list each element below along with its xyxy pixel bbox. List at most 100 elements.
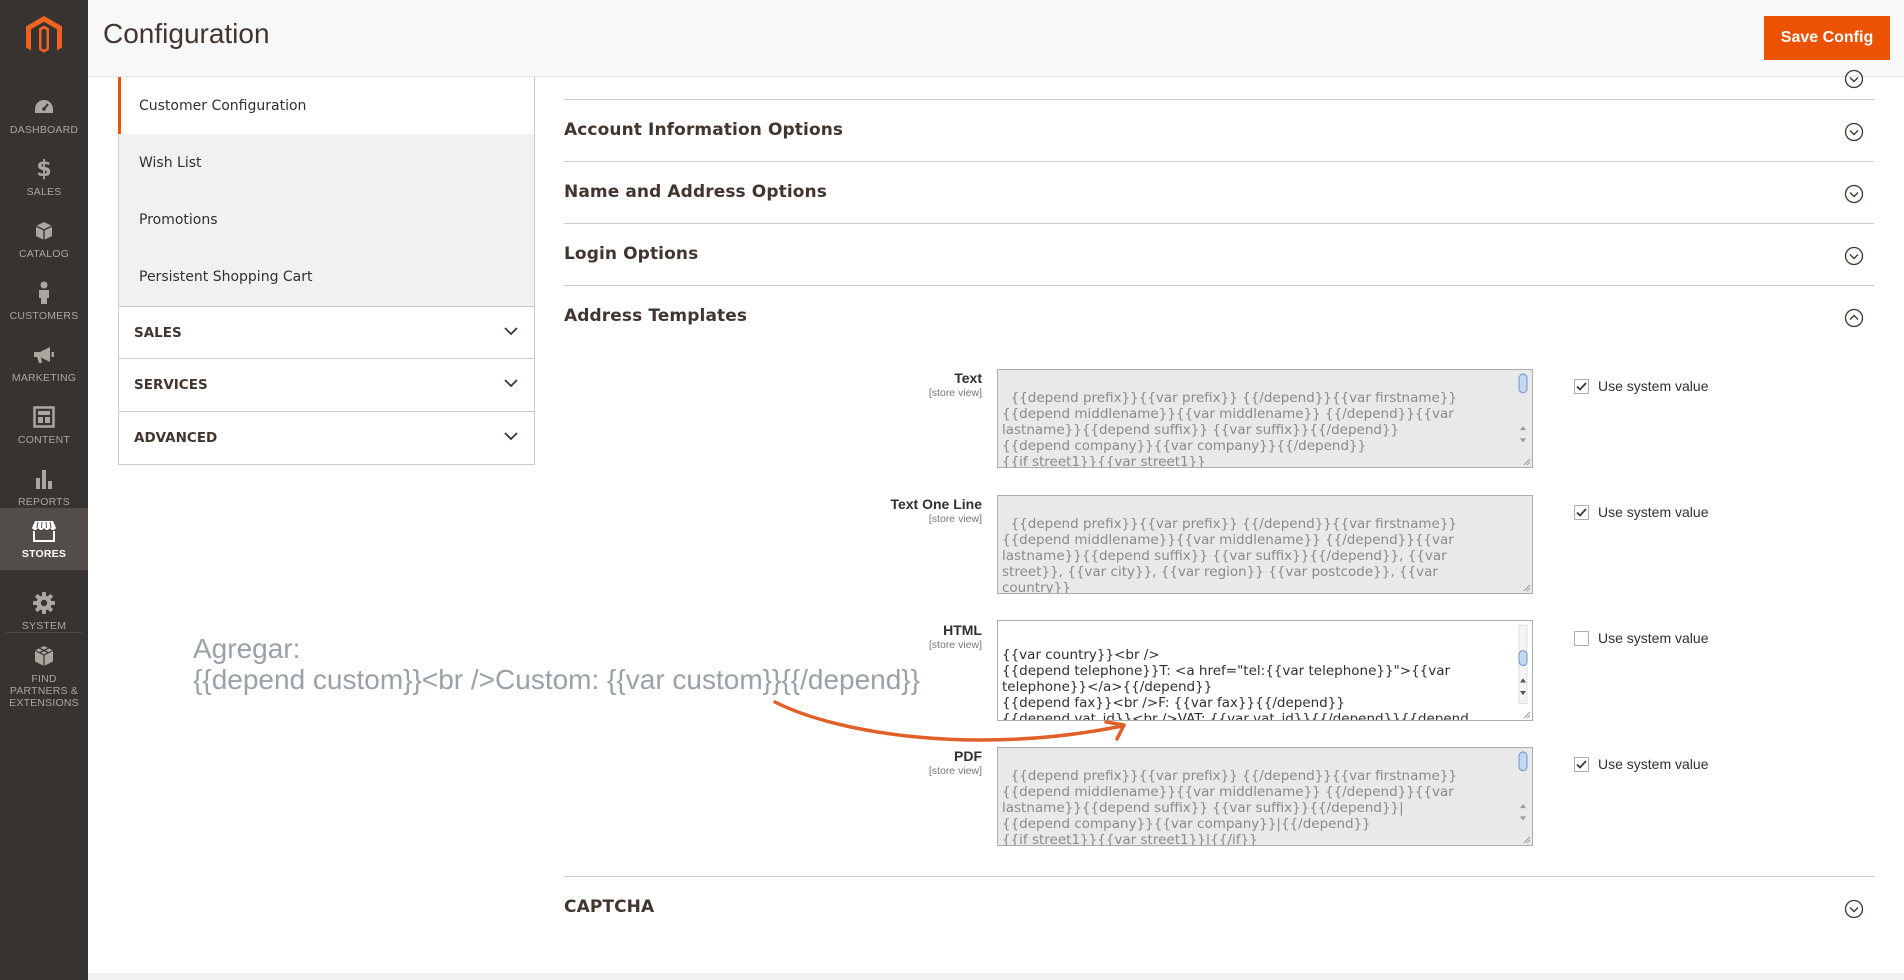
menu-divider [6,632,82,633]
checkbox[interactable] [1574,504,1589,520]
menu-label: CUSTOMERS [9,310,79,322]
menu-label: SALES [26,186,62,198]
field-text-label: Text [store view] [782,370,982,399]
bar-chart-icon [31,466,57,492]
section-title: Account Information Options [564,120,844,140]
store-icon [31,518,57,544]
tab-group-label: SALES [134,324,182,341]
tab-group-label: ADVANCED [134,430,218,446]
footer-strip [88,973,1904,980]
checkmark-icon [1576,381,1587,391]
admin-menu: DASHBOARD $ SALES CATALOG CUSTOMERS MARK… [0,0,88,980]
chevron-circle-down-icon [1844,69,1864,89]
tab-persistent-shopping-cart[interactable]: Persistent Shopping Cart [118,248,535,306]
menu-item-dashboard[interactable]: DASHBOARD [0,84,88,146]
annotation-line: Agregar: [193,633,301,664]
save-config-button[interactable]: Save Config [1764,16,1890,60]
resize-handle-icon[interactable] [1521,582,1531,592]
section-title[interactable]: Address Templates [564,306,747,326]
scrollbar[interactable] [1516,750,1530,833]
menu-label: SYSTEM [21,620,67,632]
field-scope: [store view] [928,765,982,777]
menu-label: CONTENT [17,434,71,446]
menu-item-marketing[interactable]: MARKETING [0,332,88,394]
dollar-icon: $ [36,156,52,182]
field-scope: [store view] [928,513,982,525]
megaphone-icon [31,342,57,368]
textarea-value: {{depend prefix}}{{var prefix}} {{/depen… [1002,390,1458,468]
checkbox-label: Use system value [1598,630,1709,646]
section-login-options[interactable]: Login Options [564,224,1874,286]
menu-label: STORES [21,548,67,560]
checkbox-label: Use system value [1598,378,1709,394]
text-template-textarea[interactable]: {{depend prefix}}{{var prefix}} {{/depen… [997,369,1533,468]
tab-label: Persistent Shopping Cart [139,269,313,285]
text-one-line-use-system-checkbox[interactable]: Use system value [1574,504,1708,520]
pdf-use-system-checkbox[interactable]: Use system value [1574,756,1708,772]
scrollbar[interactable] [1516,372,1530,455]
field-label: Text [954,370,982,386]
chevron-circle-down-icon [1844,899,1864,919]
page-title: Configuration [103,18,270,49]
cubes-icon [31,643,57,669]
section-title: CAPTCHA [564,897,655,917]
checkbox-label: Use system value [1598,504,1709,520]
magento-logo[interactable] [0,0,88,74]
checkbox[interactable] [1574,378,1589,394]
field-text-one-line-label: Text One Line [store view] [782,496,982,525]
field-label: Text One Line [890,496,982,512]
chevron-down-icon [504,432,518,441]
textarea-value: {{depend prefix}}{{var prefix}} {{/depen… [1002,768,1458,846]
tab-label: Promotions [139,211,218,228]
tab-label: Customer Configuration [139,97,307,114]
section-name-and-address[interactable]: Name and Address Options [564,162,1874,224]
field-scope: [store view] [928,387,982,399]
pdf-template-textarea[interactable]: {{depend prefix}}{{var prefix}} {{/depen… [997,747,1533,846]
chevron-circle-down-icon [1844,122,1864,142]
dashboard-icon [31,94,57,120]
section-captcha[interactable]: CAPTCHA [564,877,1874,939]
section-title: Name and Address Options [564,182,827,202]
page-header: Configuration Save Config [88,0,1904,77]
box-icon [31,218,57,244]
tab-group-sales[interactable]: SALES [118,306,535,359]
checkmark-icon [1576,507,1587,517]
text-use-system-checkbox[interactable]: Use system value [1574,378,1708,394]
tab-promotions[interactable]: Promotions [118,191,535,248]
scrollbar[interactable] [1516,623,1530,708]
menu-label: FIND PARTNERS & EXTENSIONS [9,673,79,709]
menu-label: CATALOG [18,248,70,260]
checkbox-label: Use system value [1598,756,1709,772]
chevron-circle-down-icon [1844,246,1864,266]
menu-item-customers[interactable]: CUSTOMERS [0,270,88,332]
tab-customer-configuration[interactable]: Customer Configuration [118,77,535,134]
menu-item-catalog[interactable]: CATALOG [0,208,88,270]
menu-item-find-partners[interactable]: FIND PARTNERS & EXTENSIONS [0,638,88,714]
section-account-information[interactable]: Account Information Options [564,100,1874,162]
resize-handle-icon[interactable] [1521,834,1531,844]
checkbox[interactable] [1574,630,1589,646]
menu-item-stores[interactable]: STORES [0,508,88,570]
magento-logo-icon [26,16,62,53]
menu-item-sales[interactable]: $ SALES [0,146,88,208]
annotation-text: Agregar: {{depend custom}}<br />Custom: … [193,633,920,695]
tab-label: Wish List [139,154,202,171]
chevron-circle-down-icon [1844,184,1864,204]
html-use-system-checkbox[interactable]: Use system value [1574,630,1708,646]
chevron-down-icon [504,327,518,336]
chevron-circle-up-icon[interactable] [1844,308,1864,328]
resize-handle-icon[interactable] [1521,456,1531,466]
section-partial-top [564,69,1874,100]
tab-group-services[interactable]: SERVICES [118,359,535,412]
tab-group-advanced[interactable]: ADVANCED [118,412,535,465]
annotation-arrow [773,700,1126,742]
menu-item-content[interactable]: CONTENT [0,394,88,456]
checkmark-icon [1576,759,1587,769]
layout-icon [31,404,57,430]
resize-handle-icon[interactable] [1521,709,1531,719]
textarea-value: {{depend prefix}}{{var prefix}} {{/depen… [1002,516,1462,594]
tab-wish-list[interactable]: Wish List [118,134,535,191]
gear-icon [31,590,57,616]
checkbox[interactable] [1574,756,1589,772]
text-one-line-template-textarea[interactable]: {{depend prefix}}{{var prefix}} {{/depen… [997,495,1533,594]
